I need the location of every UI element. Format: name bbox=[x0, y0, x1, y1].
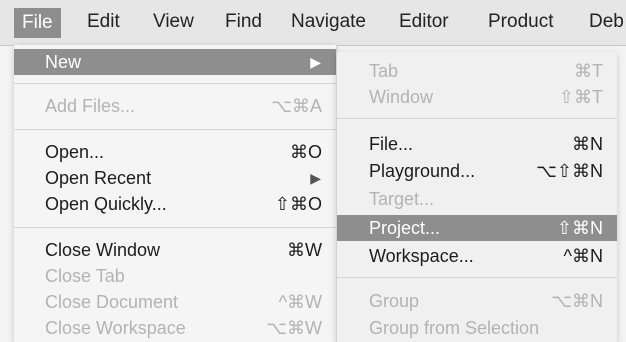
separator bbox=[14, 227, 336, 228]
separator bbox=[14, 129, 336, 130]
menu-item-shortcut: ⌘W bbox=[287, 240, 322, 260]
menu-item-label: Workspace... bbox=[369, 246, 474, 266]
menu-item-shortcut: ⌘T bbox=[574, 61, 603, 81]
menu-item-label: Open Quickly... bbox=[45, 194, 167, 214]
menu-item-shortcut: ^⌘W bbox=[278, 292, 322, 312]
menu-debug[interactable]: Deb bbox=[589, 9, 624, 35]
menu-item-label: New bbox=[45, 52, 82, 72]
menu-item-playground[interactable]: Playground... ⌥⇧⌘N bbox=[337, 158, 617, 184]
menu-item-label: Add Files... bbox=[45, 96, 136, 116]
menu-item-shortcut: ⌥⌘W bbox=[266, 318, 322, 338]
menu-item-open-recent[interactable]: Open Recent ▶ bbox=[14, 165, 336, 191]
menu-item-workspace[interactable]: Workspace... ^⌘N bbox=[337, 243, 617, 269]
submenu-arrow-icon: ▶ bbox=[310, 54, 321, 70]
menu-item-label: Close Window bbox=[45, 240, 161, 260]
menu-item-shortcut: ⇧⌘T bbox=[558, 87, 603, 107]
menu-product[interactable]: Product bbox=[488, 9, 553, 35]
menu-item-label: File... bbox=[369, 134, 414, 154]
menu-item-label: Close Document bbox=[45, 292, 179, 312]
menu-item-shortcut: ⇧⌘N bbox=[556, 218, 603, 238]
menu-item-close-window[interactable]: Close Window ⌘W bbox=[14, 237, 336, 263]
menu-item-shortcut: ⌘O bbox=[289, 142, 322, 162]
menu-item-label: Target... bbox=[369, 189, 435, 209]
menu-item-label: Open... bbox=[45, 142, 105, 162]
menu-item-label: Project... bbox=[369, 218, 441, 238]
file-menu: New ▶ Add Files... ⌥⌘A Open... ⌘O Open R… bbox=[14, 45, 337, 342]
menu-find[interactable]: Find bbox=[225, 9, 262, 35]
menu-navigate[interactable]: Navigate bbox=[291, 9, 366, 35]
menu-item-label: Close Tab bbox=[45, 266, 125, 286]
menu-item-file[interactable]: File... ⌘N bbox=[337, 131, 617, 157]
submenu-arrow-icon: ▶ bbox=[310, 170, 321, 186]
menu-item-label: Tab bbox=[369, 61, 399, 81]
menu-item-tab: Tab ⌘T bbox=[337, 58, 617, 84]
menu-item-label: Group from Selection bbox=[369, 318, 540, 338]
separator bbox=[337, 277, 617, 278]
new-submenu: Tab ⌘T Window ⇧⌘T File... ⌘N Playground.… bbox=[336, 52, 617, 342]
menu-item-label: Group bbox=[369, 291, 420, 311]
separator bbox=[14, 83, 336, 84]
menu-item-shortcut: ^⌘N bbox=[563, 246, 603, 266]
menu-item-project[interactable]: Project... ⇧⌘N bbox=[337, 215, 617, 241]
separator bbox=[337, 118, 617, 119]
menu-item-close-document: Close Document ^⌘W bbox=[14, 289, 336, 315]
menu-item-shortcut: ⌥⌘A bbox=[271, 96, 322, 116]
menu-file[interactable]: File bbox=[14, 8, 61, 38]
menu-item-label: Open Recent bbox=[45, 168, 152, 188]
menu-item-shortcut: ⌘N bbox=[572, 134, 603, 154]
menu-item-open[interactable]: Open... ⌘O bbox=[14, 139, 336, 165]
menu-item-shortcut: ⇧⌘O bbox=[274, 194, 322, 214]
menu-item-label: Close Workspace bbox=[45, 318, 186, 338]
menu-item-group-from-selection: Group from Selection bbox=[337, 315, 617, 341]
menu-bar: File Edit View Find Navigate Editor Prod… bbox=[0, 0, 626, 46]
menu-item-group: Group ⌥⌘N bbox=[337, 288, 617, 314]
menu-editor[interactable]: Editor bbox=[399, 9, 449, 35]
menu-item-open-quickly[interactable]: Open Quickly... ⇧⌘O bbox=[14, 191, 336, 217]
menu-item-label: Playground... bbox=[369, 161, 476, 181]
menu-item-close-tab: Close Tab bbox=[14, 263, 336, 289]
menu-view[interactable]: View bbox=[153, 9, 194, 35]
menu-item-shortcut: ⌥⇧⌘N bbox=[536, 161, 603, 181]
menu-item-label: Window bbox=[369, 87, 434, 107]
menu-item-window: Window ⇧⌘T bbox=[337, 84, 617, 110]
menu-edit[interactable]: Edit bbox=[87, 9, 120, 35]
menu-item-shortcut: ⌥⌘N bbox=[551, 291, 603, 311]
menu-item-close-workspace: Close Workspace ⌥⌘W bbox=[14, 315, 336, 341]
menu-item-new[interactable]: New ▶ bbox=[14, 49, 336, 75]
menu-item-target: Target... bbox=[337, 186, 617, 212]
menu-item-add-files: Add Files... ⌥⌘A bbox=[14, 93, 336, 119]
